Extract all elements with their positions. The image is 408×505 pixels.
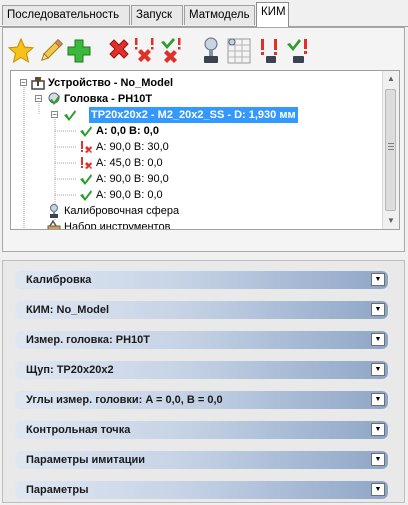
delete-icon[interactable] — [105, 36, 133, 66]
section-simulation-params[interactable]: Параметры имитации ▼ — [15, 451, 388, 469]
section-probe-head[interactable]: Измер. головка: PH10T ▼ — [15, 331, 388, 349]
add-icon[interactable] — [65, 36, 93, 66]
tab-bar: Последовательность Запуск Матмодель КИМ — [0, 0, 408, 27]
tree-label-tools: Набор инструментов — [64, 221, 171, 230]
chevron-down-icon[interactable]: ▼ — [371, 393, 385, 406]
delete-warning-icon[interactable] — [131, 36, 159, 66]
head-icon — [48, 92, 60, 105]
expand-device-toggle[interactable]: − — [20, 79, 27, 87]
chevron-down-icon[interactable]: ▼ — [371, 333, 385, 346]
warning-icon — [81, 157, 92, 169]
probe-icon[interactable] — [197, 36, 225, 66]
tree-label-device: Устройство - No_Model — [48, 77, 174, 89]
section-label: Щуп: TP20x20x2 — [26, 364, 114, 376]
section-label: Калибровка — [26, 274, 92, 286]
check-delete-icon[interactable] — [157, 36, 185, 66]
section-cmm[interactable]: КИМ: No_Model ▼ — [15, 301, 388, 319]
chevron-down-icon[interactable]: ▼ — [371, 483, 385, 496]
stylus-check-icon — [64, 110, 76, 121]
section-label: Контрольная точка — [26, 424, 131, 436]
warning-icon[interactable] — [257, 36, 285, 66]
tab-sequence[interactable]: Последовательность — [2, 5, 130, 25]
grid-icon[interactable] — [225, 36, 253, 66]
sphere-icon — [50, 204, 58, 218]
tree-label-angle: A: 90,0 B: 0,0 — [96, 189, 163, 201]
section-parameters[interactable]: Параметры ▼ — [15, 481, 388, 499]
device-tree[interactable]: − Устройство - No_Model − Головка - PH10… — [10, 70, 400, 230]
cmm-panel: − Устройство - No_Model − Головка - PH10… — [2, 27, 405, 252]
chevron-down-icon[interactable]: ▼ — [371, 363, 385, 376]
tree-label-angle: A: 90,0 B: 30,0 — [96, 141, 169, 153]
toolset-icon — [47, 220, 61, 229]
check-icon — [80, 190, 92, 201]
tree-label-head: Головка - PH10T — [64, 93, 153, 105]
check-icon — [80, 174, 92, 185]
check-warning-icon[interactable] — [285, 36, 313, 66]
chevron-down-icon[interactable]: ▼ — [371, 303, 385, 316]
tree-label-stylus: TP20x20x2 - M2_20x2_SS - D: 1,930 мм — [89, 107, 298, 123]
tab-model[interactable]: Матмодель — [184, 5, 255, 25]
check-icon — [80, 126, 92, 137]
tab-run[interactable]: Запуск — [131, 5, 183, 25]
settings-sections: Калибровка ▼ КИМ: No_Model ▼ Измер. голо… — [2, 260, 405, 503]
section-label: Измер. головка: PH10T — [26, 334, 150, 346]
star-icon[interactable] — [7, 36, 35, 66]
tree-label-angle: A: 45,0 B: 0,0 — [96, 157, 163, 169]
warning-icon — [81, 141, 92, 153]
tree-label-sphere: Калибровочная сфера — [64, 205, 180, 217]
tree-scrollbar[interactable]: ▲ ▼ — [382, 71, 399, 229]
section-stylus[interactable]: Щуп: TP20x20x2 ▼ — [15, 361, 388, 379]
scroll-down-arrow-icon[interactable]: ▼ — [383, 213, 399, 229]
section-head-angles[interactable]: Углы измер. головки: A = 0,0, B = 0,0 ▼ — [15, 391, 388, 409]
chevron-down-icon[interactable]: ▼ — [371, 453, 385, 466]
section-label: Углы измер. головки: A = 0,0, B = 0,0 — [26, 394, 223, 406]
section-calibration[interactable]: Калибровка ▼ — [15, 271, 388, 289]
section-label: Параметры — [26, 484, 89, 496]
pencil-icon[interactable] — [37, 36, 65, 66]
chevron-down-icon[interactable]: ▼ — [371, 273, 385, 286]
section-label: Параметры имитации — [26, 454, 145, 466]
scroll-thumb[interactable] — [385, 89, 396, 211]
section-label: КИМ: No_Model — [26, 304, 110, 316]
chevron-down-icon[interactable]: ▼ — [371, 423, 385, 436]
tree-label-angle: A: 0,0 B: 0,0 — [96, 125, 159, 137]
tab-cmm[interactable]: КИМ — [256, 2, 289, 27]
expand-stylus-toggle[interactable]: − — [51, 111, 58, 119]
section-control-point[interactable]: Контрольная точка ▼ — [15, 421, 388, 439]
toolbar — [7, 36, 399, 66]
tree-label-angle: A: 90,0 B: 90,0 — [96, 173, 169, 185]
expand-head-toggle[interactable]: − — [35, 95, 42, 103]
device-icon — [31, 77, 45, 90]
scroll-up-arrow-icon[interactable]: ▲ — [383, 71, 399, 87]
